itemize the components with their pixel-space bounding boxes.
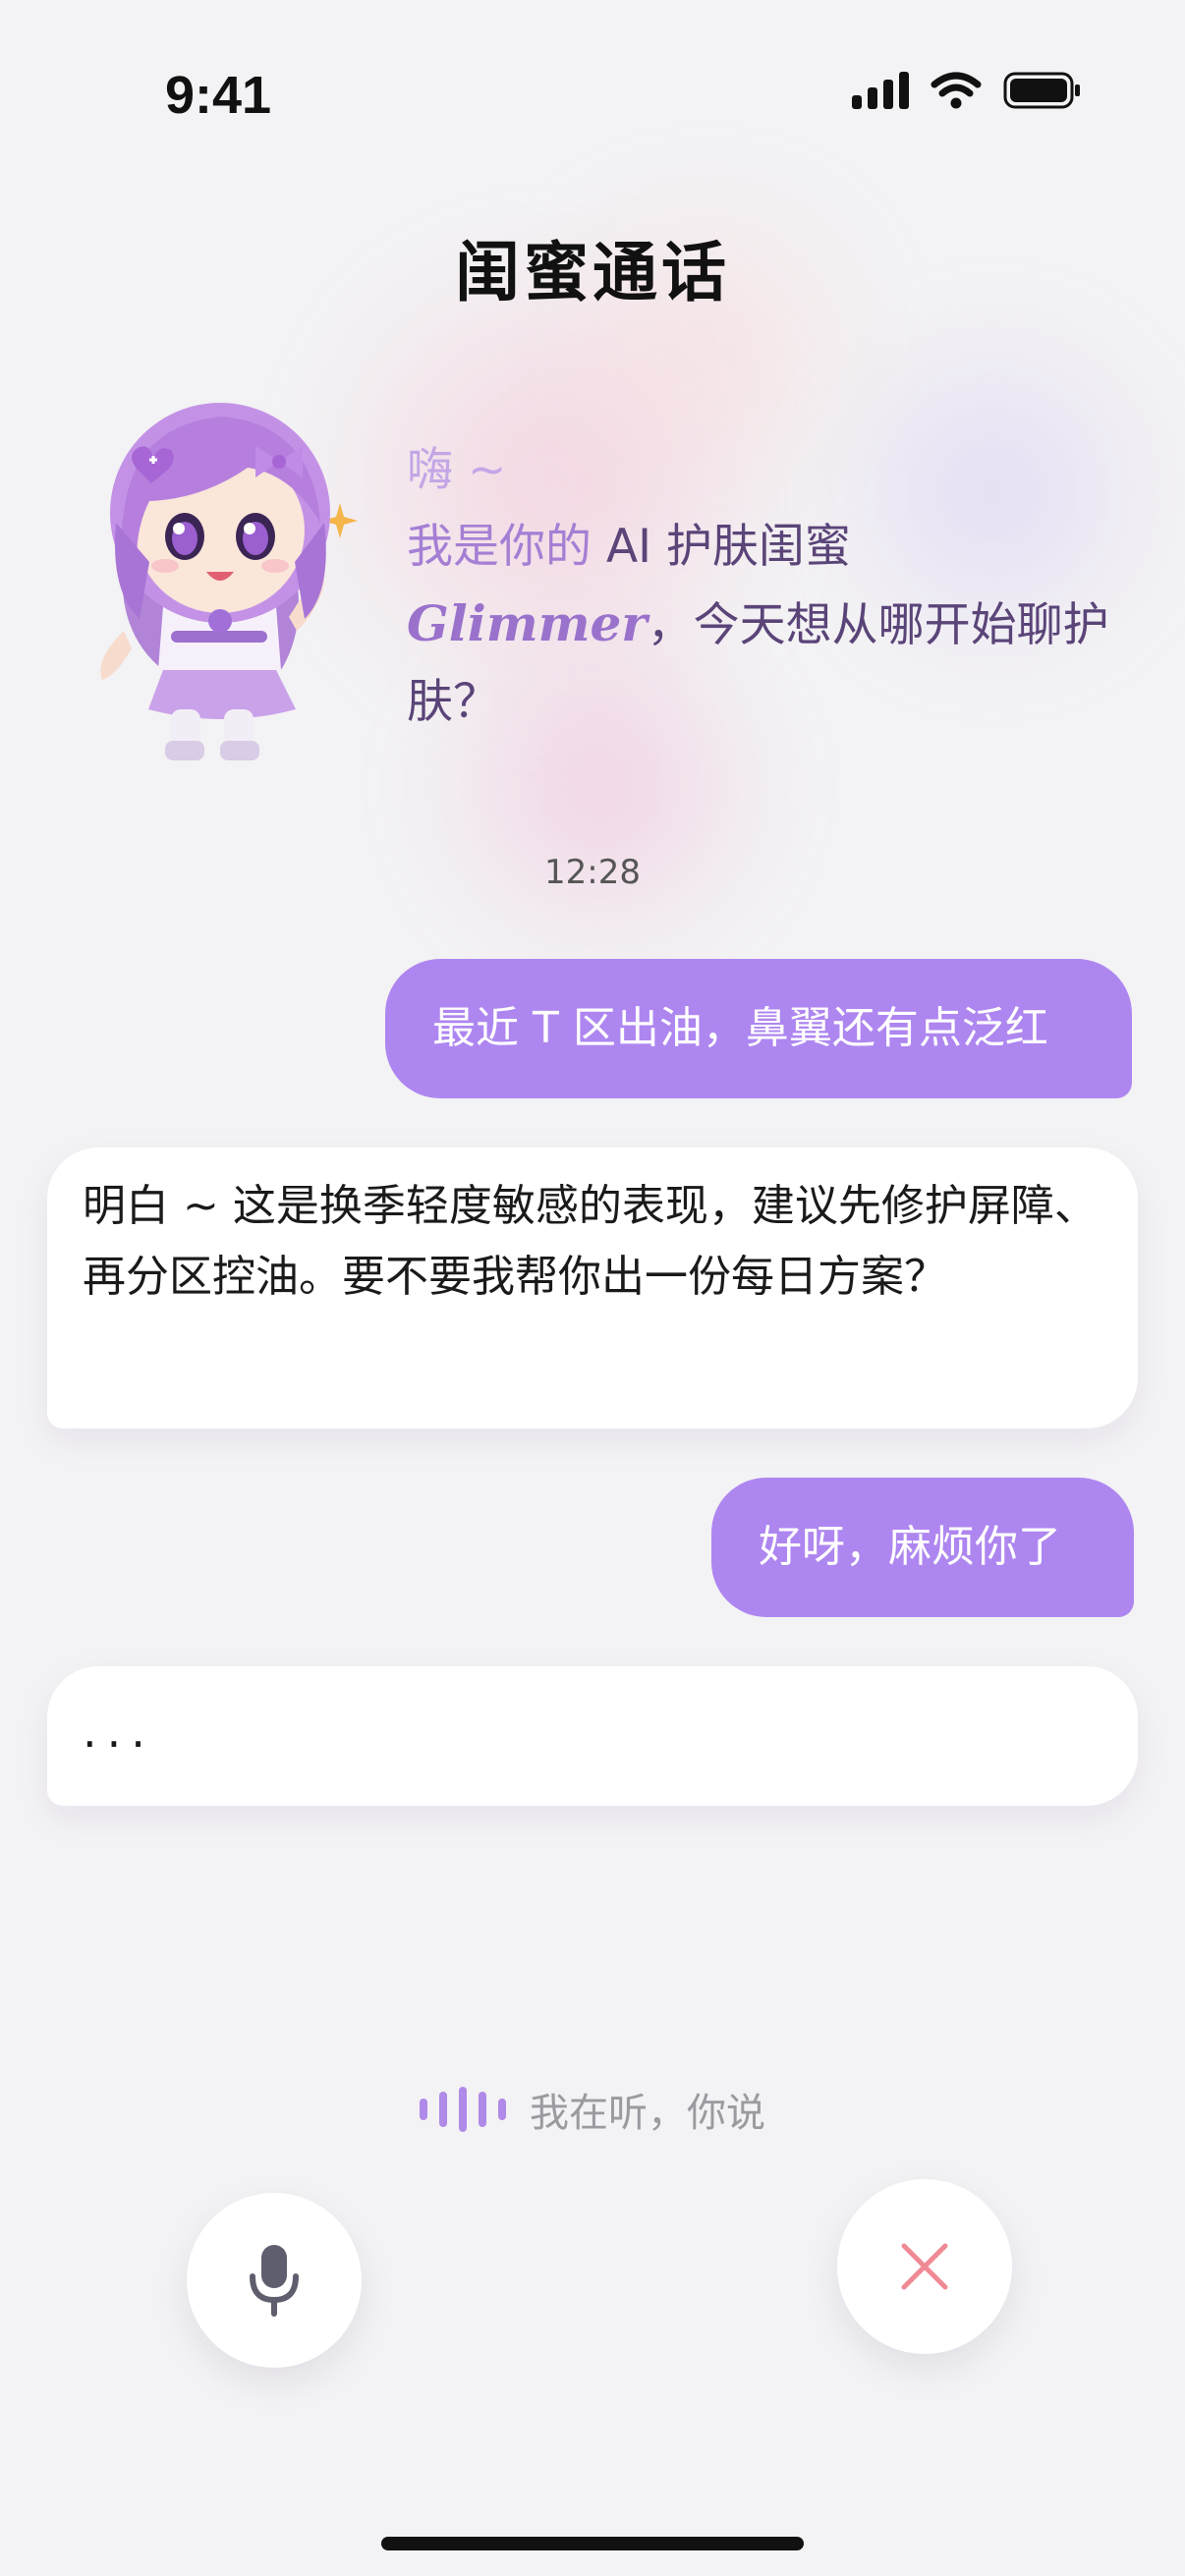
hang-up-button[interactable]	[837, 2179, 1012, 2354]
status-icons	[852, 71, 1082, 110]
listening-text: 我在听，你说	[530, 2091, 765, 2136]
signal-icon	[852, 72, 909, 109]
status-time: 9:41	[165, 66, 272, 125]
mic-button[interactable]	[187, 2193, 362, 2368]
greeting-line-1: 嗨 ~	[407, 443, 507, 497]
greeting-line-2: 我是你的 AI 护肤闺蜜	[407, 509, 1114, 586]
user-message-bubble: 好呀，麻烦你了	[711, 1478, 1134, 1617]
chat-timestamp: 12:28	[544, 853, 641, 892]
mascot-avatar	[100, 403, 358, 760]
battery-icon	[1003, 72, 1080, 109]
status-bar: 9:41	[0, 0, 1185, 187]
brand-name: Glimmer	[407, 594, 648, 652]
home-indicator[interactable]	[381, 2537, 804, 2550]
voice-wave-icon	[420, 2087, 506, 2132]
greeting-message: 嗨 ~ 我是你的 AI 护肤闺蜜 Glimmer，今天想从哪开始聊护肤？	[407, 432, 1114, 741]
wifi-icon	[931, 72, 982, 109]
page-title: 闺蜜通话	[455, 236, 730, 308]
greeting-prefix: 我是你的	[407, 520, 592, 574]
assistant-message-bubble: 明白 ~ 这是换季轻度敏感的表现，建议先修护屏障、再分区控油。要不要我帮你出一份…	[47, 1148, 1138, 1428]
user-message-bubble: 最近 T 区出油，鼻翼还有点泛红	[385, 959, 1132, 1098]
listening-indicator: 我在听，你说	[0, 2081, 1185, 2138]
close-icon	[901, 2243, 948, 2290]
assistant-typing-bubble: ...	[47, 1666, 1138, 1806]
microphone-icon	[250, 2245, 299, 2317]
greeting-line-3: Glimmer，今天想从哪开始聊护肤？	[407, 586, 1114, 741]
greeting-suffix: AI 护肤闺蜜	[592, 520, 851, 574]
